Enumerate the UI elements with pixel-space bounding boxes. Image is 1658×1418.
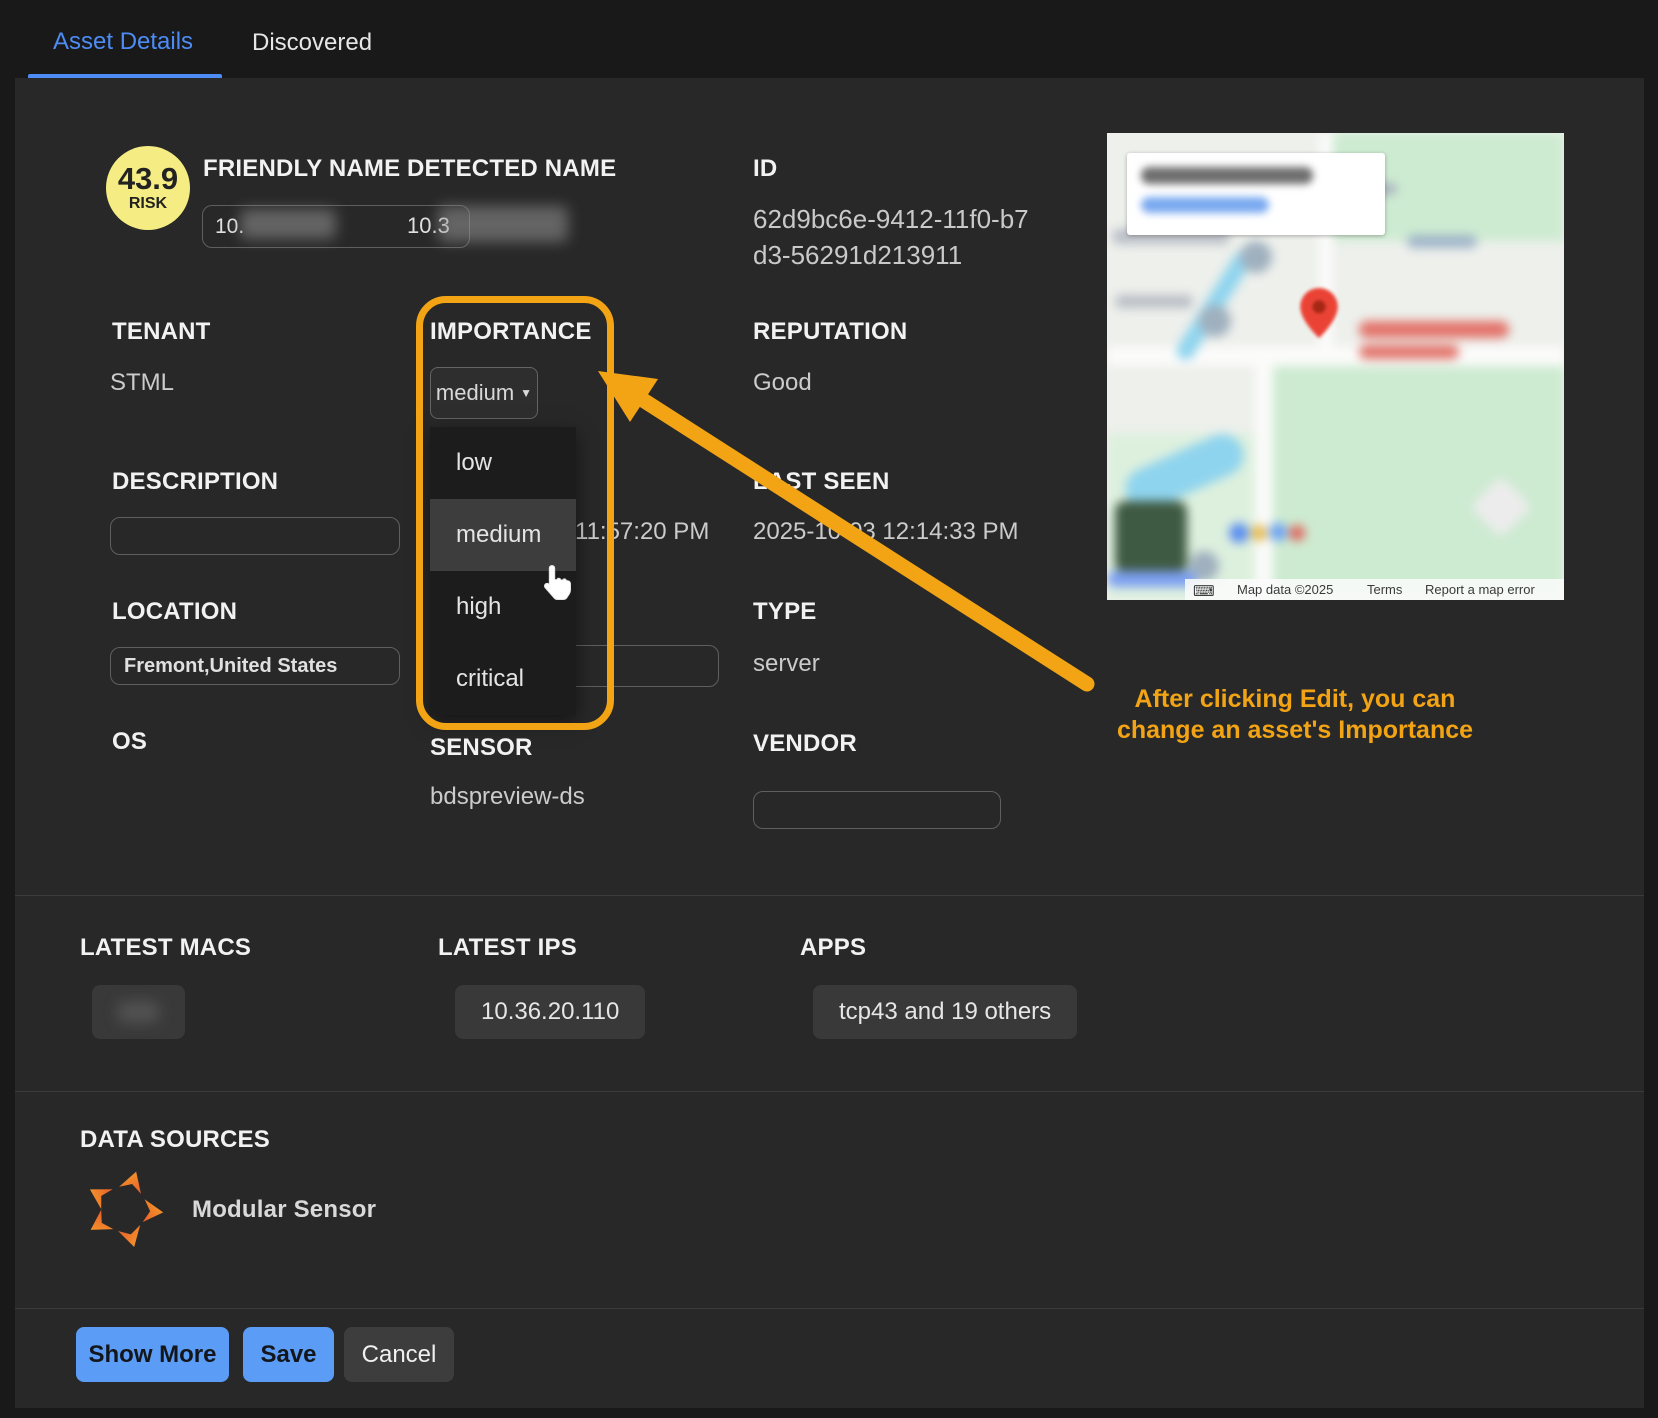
last-seen-value: 2025-10-03 12:14:33 PM bbox=[753, 518, 1019, 546]
annotation-line1: After clicking Edit, you can bbox=[1095, 684, 1495, 715]
modular-sensor-logo-icon bbox=[83, 1168, 165, 1250]
asset-id-line2: d3-56291d213911 bbox=[753, 237, 1029, 273]
save-button[interactable]: Save bbox=[243, 1327, 334, 1382]
latest-macs-label: LATEST MACS bbox=[80, 934, 251, 962]
asset-details-page: Asset Details Discovered 43.9 RISK FRIEN… bbox=[0, 0, 1658, 1418]
reputation-label: REPUTATION bbox=[753, 318, 907, 346]
map-pin-icon bbox=[1300, 288, 1338, 338]
type-label: TYPE bbox=[753, 598, 816, 626]
tenant-value: STML bbox=[110, 369, 174, 397]
detected-name-redacted bbox=[438, 206, 568, 242]
id-label: ID bbox=[753, 155, 777, 183]
map-data-text: Map data ©2025 bbox=[1237, 582, 1333, 597]
data-sources-label: DATA SOURCES bbox=[80, 1126, 270, 1154]
show-more-label: Show More bbox=[88, 1341, 216, 1369]
friendly-name-redacted bbox=[240, 209, 336, 239]
risk-score-badge: 43.9 RISK bbox=[106, 146, 190, 230]
importance-option-medium[interactable]: medium bbox=[430, 499, 576, 571]
asset-id-value: 62d9bc6e-9412-11f0-b7 d3-56291d213911 bbox=[753, 201, 1029, 273]
section-divider bbox=[15, 895, 1644, 896]
reputation-value: Good bbox=[753, 369, 812, 397]
annotation-text: After clicking Edit, you can change an a… bbox=[1095, 684, 1495, 746]
cancel-label: Cancel bbox=[362, 1341, 437, 1369]
keyboard-icon[interactable]: ⌨ bbox=[1193, 582, 1215, 600]
latest-ip-value: 10.36.20.110 bbox=[481, 998, 619, 1026]
apps-chip[interactable]: tcp43 and 19 others bbox=[813, 985, 1077, 1039]
mac-redacted bbox=[118, 1001, 159, 1023]
apps-label: APPS bbox=[800, 934, 866, 962]
location-label: LOCATION bbox=[112, 598, 237, 626]
section-divider bbox=[15, 1308, 1644, 1309]
importance-selected-value: medium bbox=[436, 380, 514, 406]
vendor-input[interactable] bbox=[753, 791, 1001, 829]
asset-id-line1: 62d9bc6e-9412-11f0-b7 bbox=[753, 201, 1029, 237]
section-divider bbox=[15, 1091, 1644, 1092]
description-label: DESCRIPTION bbox=[112, 468, 278, 496]
detected-name-label: DETECTED NAME bbox=[407, 155, 616, 183]
map-card-title-redacted bbox=[1141, 167, 1313, 184]
latest-mac-chip-redacted[interactable] bbox=[92, 985, 185, 1039]
tab-discovered[interactable]: Discovered bbox=[252, 29, 372, 57]
importance-label: IMPORTANCE bbox=[430, 318, 592, 346]
map-report-error-link[interactable]: Report a map error bbox=[1425, 582, 1535, 597]
risk-score-value: 43.9 bbox=[118, 163, 178, 195]
os-label: OS bbox=[112, 728, 147, 756]
location-input[interactable]: Fremont,United States bbox=[110, 647, 400, 685]
location-map[interactable]: ⌨ Map data ©2025 Terms Report a map erro… bbox=[1107, 133, 1564, 600]
chevron-down-icon: ▼ bbox=[520, 386, 532, 400]
first-seen-value-partial: 11:57:20 PM bbox=[575, 518, 709, 546]
map-card-link-redacted[interactable] bbox=[1141, 197, 1269, 213]
tenant-label: TENANT bbox=[112, 318, 211, 346]
data-source-name: Modular Sensor bbox=[192, 1196, 376, 1224]
vendor-label: VENDOR bbox=[753, 730, 857, 758]
map-attribution: ⌨ Map data ©2025 Terms Report a map erro… bbox=[1185, 579, 1564, 600]
tab-asset-details[interactable]: Asset Details bbox=[53, 28, 193, 56]
latest-ip-chip[interactable]: 10.36.20.110 bbox=[455, 985, 645, 1039]
importance-option-low[interactable]: low bbox=[430, 427, 576, 499]
sensor-value: bdspreview-ds bbox=[430, 783, 585, 811]
location-value: Fremont,United States bbox=[124, 655, 337, 678]
apps-value: tcp43 and 19 others bbox=[839, 998, 1051, 1026]
importance-dropdown[interactable]: medium ▼ bbox=[430, 367, 538, 419]
risk-score-label: RISK bbox=[129, 195, 167, 213]
sensor-label: SENSOR bbox=[430, 734, 533, 762]
importance-option-critical[interactable]: critical bbox=[430, 643, 576, 715]
show-more-button[interactable]: Show More bbox=[76, 1327, 229, 1382]
annotation-line2: change an asset's Importance bbox=[1095, 715, 1495, 746]
cancel-button[interactable]: Cancel bbox=[344, 1327, 454, 1382]
save-label: Save bbox=[260, 1341, 316, 1369]
friendly-name-label: FRIENDLY NAME bbox=[203, 155, 400, 183]
description-input[interactable] bbox=[110, 517, 400, 555]
last-seen-label: LAST SEEN bbox=[753, 468, 889, 496]
latest-ips-label: LATEST IPS bbox=[438, 934, 577, 962]
type-value: server bbox=[753, 650, 820, 678]
map-terms-link[interactable]: Terms bbox=[1367, 582, 1402, 597]
hand-cursor-icon bbox=[541, 563, 573, 601]
map-info-card bbox=[1127, 153, 1385, 235]
